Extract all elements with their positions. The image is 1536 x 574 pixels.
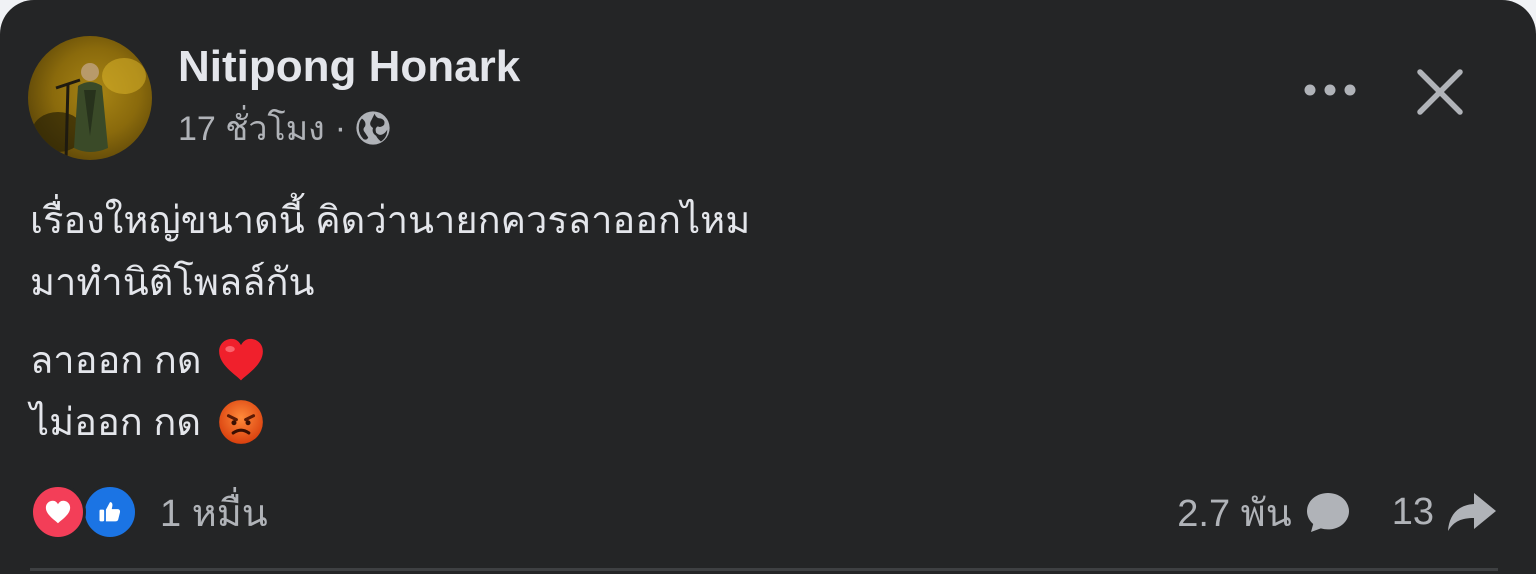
love-reaction-icon: [30, 484, 86, 540]
poll-option-text: ลาออก กด: [30, 340, 202, 382]
comments-count-link[interactable]: 2.7 พัน: [1177, 482, 1351, 543]
poll-option-resign: ลาออก กด: [30, 330, 1490, 392]
post-text-line: มาทำนิติโพลล์กัน: [30, 262, 315, 304]
comments-count: 2.7 พัน: [1177, 492, 1292, 535]
divider: [30, 568, 1498, 571]
angry-face-emoji: [218, 400, 263, 444]
reactions-summary[interactable]: 1 หมื่น: [30, 480, 268, 544]
more-options-icon: [1304, 84, 1356, 96]
post-body: เรื่องใหญ่ขนาดนี้ คิดว่านายกควรลาออกไหม …: [30, 190, 1490, 454]
engagement-stats: 2.7 พัน 13: [1177, 480, 1498, 544]
avatar-photo: [32, 58, 146, 160]
poll-option-stay: ไม่ออก กด: [30, 392, 1490, 454]
like-reaction-icon: [82, 484, 138, 540]
author-name[interactable]: Nitipong Honark: [178, 42, 520, 92]
reactions-count: 1 หมื่น: [160, 492, 268, 535]
shares-count-link[interactable]: 13: [1392, 490, 1498, 534]
post-timestamp[interactable]: 17 ชั่วโมง: [178, 101, 325, 155]
more-options-button[interactable]: [1296, 66, 1364, 114]
avatar[interactable]: [28, 36, 152, 160]
share-icon: [1448, 493, 1496, 531]
globe-icon[interactable]: [354, 109, 392, 147]
red-heart-emoji: [219, 338, 263, 381]
close-icon: [1417, 69, 1463, 115]
poll-option-text: ไม่ออก กด: [30, 402, 202, 444]
post-text-line: เรื่องใหญ่ขนาดนี้ คิดว่านายกควรลาออกไหม: [30, 200, 751, 242]
close-button[interactable]: [1404, 56, 1476, 128]
post-card: Nitipong Honark 17 ชั่วโมง · เรื่องใหญ่ข…: [0, 0, 1536, 574]
meta-separator: ·: [334, 108, 347, 147]
post-meta: 17 ชั่วโมง ·: [178, 106, 392, 150]
comment-icon: [1306, 493, 1349, 532]
shares-count: 13: [1391, 490, 1434, 533]
